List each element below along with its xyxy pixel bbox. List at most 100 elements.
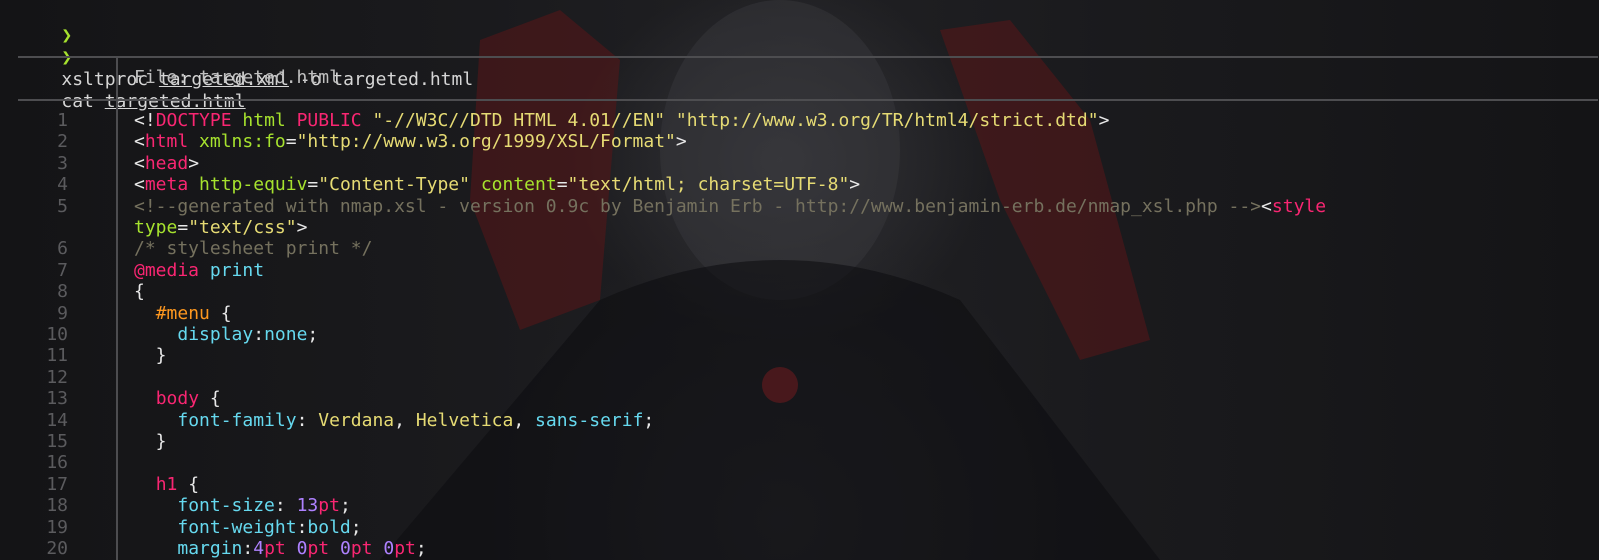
line-number: 15	[46, 431, 68, 452]
code-token: :	[242, 538, 254, 559]
line-number: 1	[57, 110, 68, 131]
code-token: :	[274, 495, 297, 516]
file-path-link[interactable]: targeted.html	[105, 91, 246, 112]
code-token: 13	[296, 495, 319, 516]
code-token: "http://www.w3.org/1999/XSL/Format"	[296, 131, 676, 152]
code-token: Verdana	[318, 410, 395, 431]
code-token: pt	[307, 538, 330, 559]
code-token: "text/html; charset=UTF-8"	[567, 174, 850, 195]
line-number: 19	[46, 517, 68, 538]
code-token: }	[134, 345, 167, 366]
code-token: PUBLIC	[296, 110, 362, 131]
code-token: =	[177, 217, 189, 238]
code-token: {	[199, 388, 221, 409]
code-token: >	[188, 153, 200, 174]
code-line: #menu {	[134, 303, 232, 325]
code-token: "text/css"	[188, 217, 297, 238]
file-header-label: File: targeted.html	[134, 67, 340, 88]
code-token: ;	[643, 410, 655, 431]
code-token: {	[177, 474, 200, 495]
code-line: h1 {	[134, 474, 199, 496]
code-token: <!	[134, 110, 156, 131]
code-token: =	[556, 174, 568, 195]
command-text: cat	[61, 91, 105, 112]
code-token: pt	[350, 538, 373, 559]
code-token: sans-serif	[535, 410, 644, 431]
line-number: 20	[46, 538, 68, 559]
code-token: 0	[339, 538, 351, 559]
code-token: 0	[296, 538, 308, 559]
code-token: <	[1261, 196, 1272, 217]
code-gutter-divider	[116, 101, 118, 560]
code-line: @media print	[134, 260, 264, 282]
code-line: <html xmlns:fo="http://www.w3.org/1999/X…	[134, 131, 687, 153]
line-number: 12	[46, 367, 68, 388]
code-token: content	[480, 174, 557, 195]
code-token: <	[134, 174, 145, 195]
code-token: display	[177, 324, 254, 345]
code-token: >	[849, 174, 861, 195]
code-token: /* stylesheet print */	[134, 238, 373, 259]
code-token: {	[134, 281, 145, 302]
header-top-divider	[18, 56, 1598, 58]
code-line: <meta http-equiv="Content-Type" content=…	[134, 174, 860, 196]
code-line: font-size: 13pt;	[134, 495, 351, 517]
line-number: 6	[57, 238, 68, 259]
code-token: DOCTYPE	[155, 110, 232, 131]
code-line: display:none;	[134, 324, 318, 346]
code-token: ;	[350, 517, 362, 538]
line-number: 8	[57, 281, 68, 302]
code-line: }	[134, 345, 167, 367]
code-line: {	[134, 281, 145, 303]
line-number: 16	[46, 452, 68, 473]
code-token: meta	[144, 174, 189, 195]
code-token: none	[264, 324, 308, 345]
code-token: style	[1271, 196, 1327, 217]
code-token: font-family	[177, 410, 297, 431]
code-token: Helvetica	[415, 410, 514, 431]
code-token: pt	[318, 495, 340, 516]
code-token: ;	[415, 538, 427, 559]
code-line: <!--generated with nmap.xsl - version 0.…	[134, 196, 1326, 218]
code-token: print	[209, 260, 265, 281]
code-token: ;	[339, 495, 351, 516]
code-token: margin	[177, 538, 243, 559]
code-token: 0	[383, 538, 395, 559]
terminal-window[interactable]: ❯ xsltproc targeted.xml -o targeted.html…	[0, 0, 1599, 560]
code-token: type	[134, 217, 178, 238]
code-token: head	[144, 153, 189, 174]
code-line: /* stylesheet print */	[134, 238, 372, 260]
code-line: <head>	[134, 153, 199, 175]
code-token: >	[296, 217, 308, 238]
line-number: 5	[57, 196, 68, 217]
code-token: <	[134, 153, 145, 174]
code-token: pt	[394, 538, 416, 559]
code-line: }	[134, 431, 167, 453]
code-token: "-//W3C//DTD HTML 4.01//EN"	[372, 110, 666, 131]
code-token: {	[209, 303, 232, 324]
code-token: >	[675, 131, 687, 152]
code-token: <!--generated with nmap.xsl - version 0.…	[134, 196, 1262, 217]
code-token: >	[1098, 110, 1110, 131]
code-token: ,	[394, 410, 416, 431]
line-number: 11	[46, 345, 68, 366]
line-number: 7	[57, 260, 68, 281]
code-token: "http://www.w3.org/TR/html4/strict.dtd"	[675, 110, 1099, 131]
code-token: body	[155, 388, 200, 409]
code-token: font-weight	[177, 517, 297, 538]
code-token: ,	[513, 410, 536, 431]
code-token: }	[134, 431, 167, 452]
